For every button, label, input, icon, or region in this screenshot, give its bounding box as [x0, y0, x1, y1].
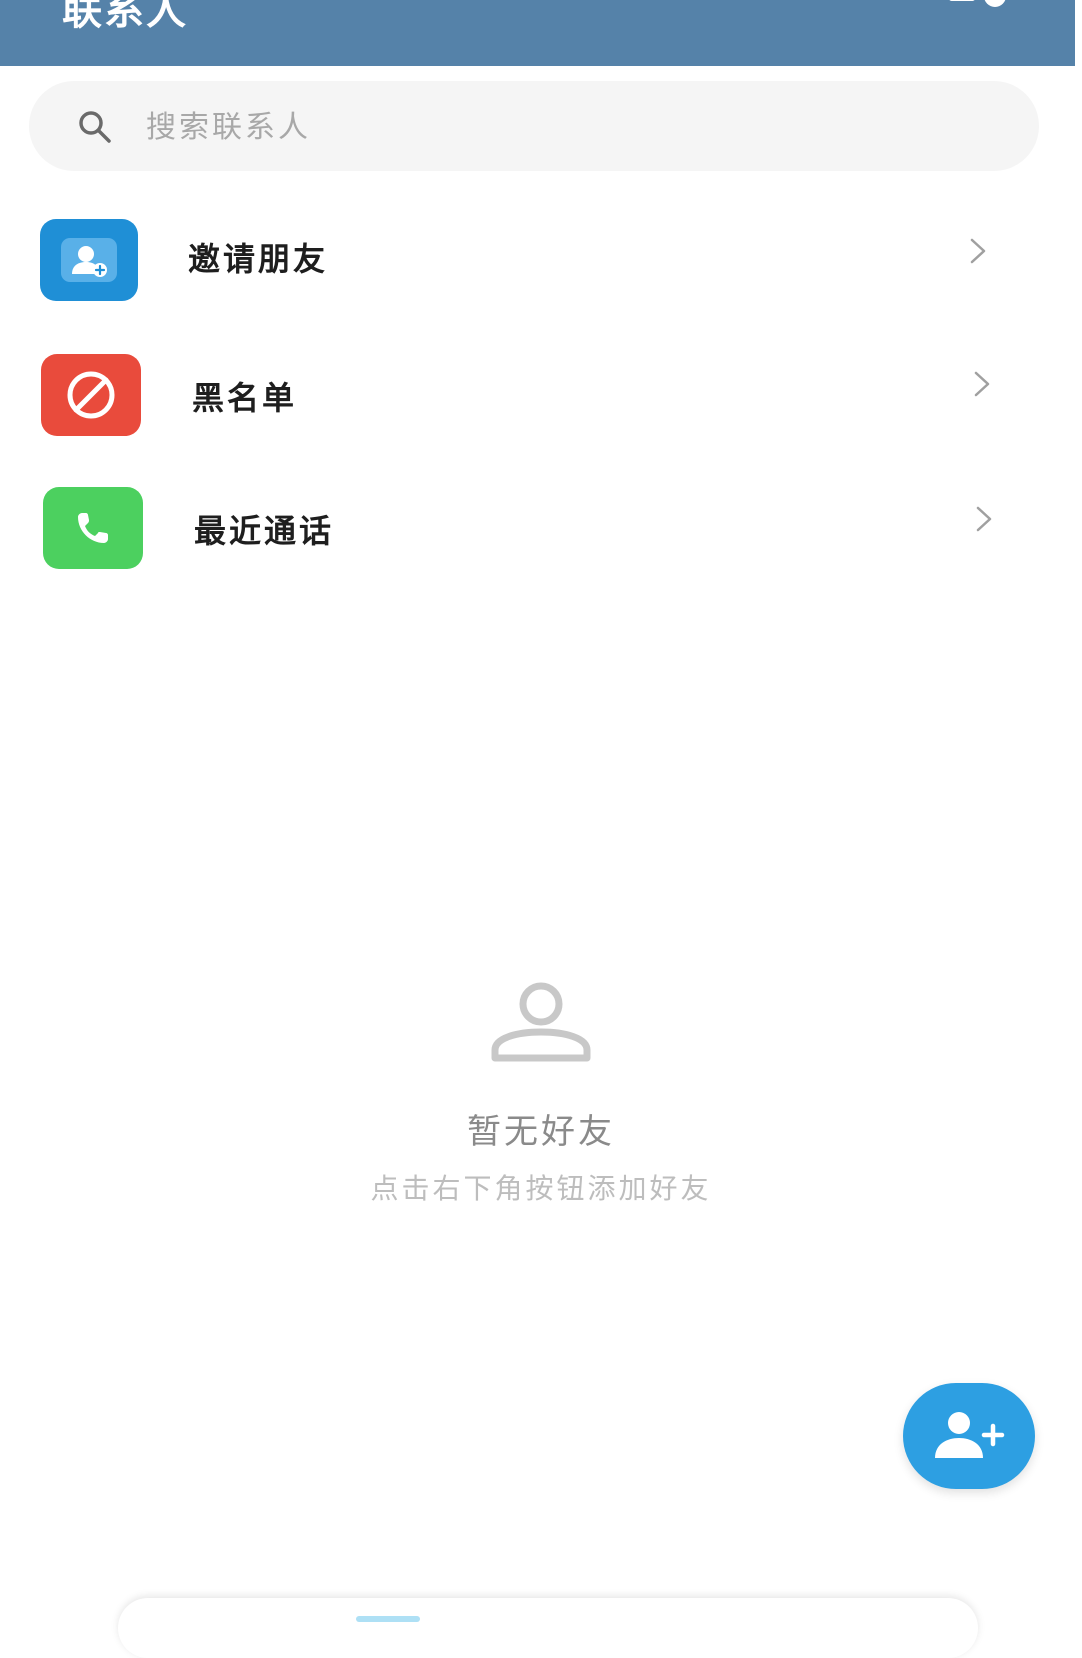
add-clock-icon[interactable] — [947, 0, 1007, 20]
menu-item-label: 黑名单 — [192, 379, 298, 417]
menu-item-blacklist[interactable]: 黑名单 — [0, 341, 1082, 451]
person-outline-icon — [491, 982, 591, 1062]
menu-item-recent-calls[interactable]: 最近通话 — [0, 474, 1082, 584]
search-bar[interactable] — [29, 81, 1039, 171]
empty-subtitle: 点击右下角按钮添加好友 — [370, 1172, 712, 1205]
search-input[interactable] — [144, 101, 968, 153]
invite-icon-tile — [40, 219, 138, 301]
add-user-icon — [935, 1412, 1005, 1458]
empty-title: 暂无好友 — [467, 1112, 615, 1152]
invite-user-icon — [61, 238, 117, 282]
bottom-nav-bar — [118, 1598, 978, 1658]
chevron-right-icon — [974, 371, 990, 397]
search-icon — [79, 111, 111, 143]
app-header: 联系人 — [0, 0, 1075, 66]
chevron-right-icon — [970, 238, 986, 264]
menu-item-invite-friends[interactable]: 邀请朋友 — [0, 206, 1082, 316]
phone-icon-tile — [43, 487, 143, 569]
chevron-right-icon — [976, 506, 992, 532]
nav-indicator — [356, 1616, 420, 1622]
page-title: 联系人 — [62, 0, 188, 34]
menu-item-label: 最近通话 — [194, 512, 335, 550]
phone-icon — [78, 513, 108, 543]
add-friend-button[interactable] — [903, 1383, 1035, 1489]
block-icon — [67, 371, 115, 419]
empty-state: 暂无好友 点击右下角按钮添加好友 — [0, 980, 1082, 1207]
menu-item-label: 邀请朋友 — [188, 240, 329, 278]
block-icon-tile — [41, 354, 141, 436]
